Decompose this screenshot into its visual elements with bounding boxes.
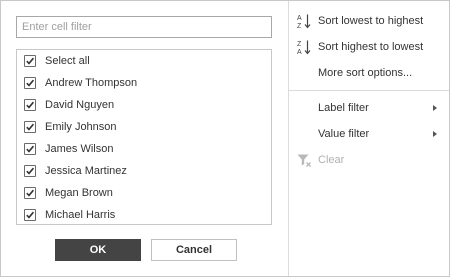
value-filter-item[interactable]: Value filter: [289, 121, 449, 147]
sort-ascending-label: Sort lowest to highest: [318, 15, 424, 27]
list-item-label: James Wilson: [45, 143, 114, 155]
checkbox-checked-icon[interactable]: [24, 55, 36, 67]
menu-separator: [289, 90, 449, 91]
sort-asc-icon-top: A: [297, 15, 302, 22]
list-item-label: Andrew Thompson: [45, 77, 138, 89]
list-item-label: Emily Johnson: [45, 121, 117, 133]
label-filter-item[interactable]: Label filter: [289, 95, 449, 121]
ok-button[interactable]: OK: [55, 239, 141, 261]
sort-filter-menu: A Z Sort lowest to highest Z A Sort high…: [289, 1, 449, 276]
list-item[interactable]: Jessica Martinez: [17, 160, 271, 182]
sort-descending-item[interactable]: Z A Sort highest to lowest: [289, 34, 449, 60]
select-all-item[interactable]: Select all: [17, 50, 271, 72]
sort-desc-icon-bottom: A: [297, 49, 302, 55]
list-item[interactable]: Michael Harris: [17, 204, 271, 224]
cell-filter-input[interactable]: [16, 16, 272, 38]
filter-value-list[interactable]: Select all Andrew Thompson David Nguyen …: [16, 49, 272, 225]
checkbox-checked-icon[interactable]: [24, 99, 36, 111]
list-item[interactable]: Emily Johnson: [17, 116, 271, 138]
clear-filter-icon: [297, 154, 311, 167]
submenu-arrow-icon: [433, 131, 437, 137]
list-item-label: David Nguyen: [45, 99, 115, 111]
filter-panel: Select all Andrew Thompson David Nguyen …: [1, 1, 288, 276]
cancel-button[interactable]: Cancel: [151, 239, 237, 261]
checkbox-checked-icon[interactable]: [24, 143, 36, 155]
checkbox-checked-icon[interactable]: [24, 165, 36, 177]
clear-filter-label: Clear: [318, 154, 345, 166]
filter-popup: Select all Andrew Thompson David Nguyen …: [0, 0, 450, 277]
list-item[interactable]: Andrew Thompson: [17, 72, 271, 94]
sort-descending-icon: Z A: [297, 40, 311, 55]
checkbox-checked-icon[interactable]: [24, 121, 36, 133]
sort-asc-icon-bottom: Z: [297, 23, 302, 29]
select-all-label: Select all: [45, 55, 90, 67]
list-item[interactable]: James Wilson: [17, 138, 271, 160]
value-filter-label: Value filter: [318, 128, 370, 140]
sort-ascending-icon: A Z: [297, 14, 311, 29]
list-item-label: Megan Brown: [45, 187, 113, 199]
checkbox-checked-icon[interactable]: [24, 209, 36, 221]
checkbox-checked-icon[interactable]: [24, 187, 36, 199]
more-sort-options-item[interactable]: More sort options...: [289, 60, 449, 86]
label-filter-label: Label filter: [318, 102, 369, 114]
list-item-label: Michael Harris: [45, 209, 116, 221]
submenu-arrow-icon: [433, 105, 437, 111]
list-item-label: Jessica Martinez: [45, 165, 127, 177]
clear-filter-item: Clear: [289, 147, 449, 173]
more-sort-options-label: More sort options...: [318, 67, 413, 79]
list-item[interactable]: Megan Brown: [17, 182, 271, 204]
sort-descending-label: Sort highest to lowest: [318, 41, 424, 53]
sort-desc-icon-top: Z: [297, 41, 302, 48]
list-item[interactable]: David Nguyen: [17, 94, 271, 116]
sort-ascending-item[interactable]: A Z Sort lowest to highest: [289, 8, 449, 34]
checkbox-checked-icon[interactable]: [24, 77, 36, 89]
